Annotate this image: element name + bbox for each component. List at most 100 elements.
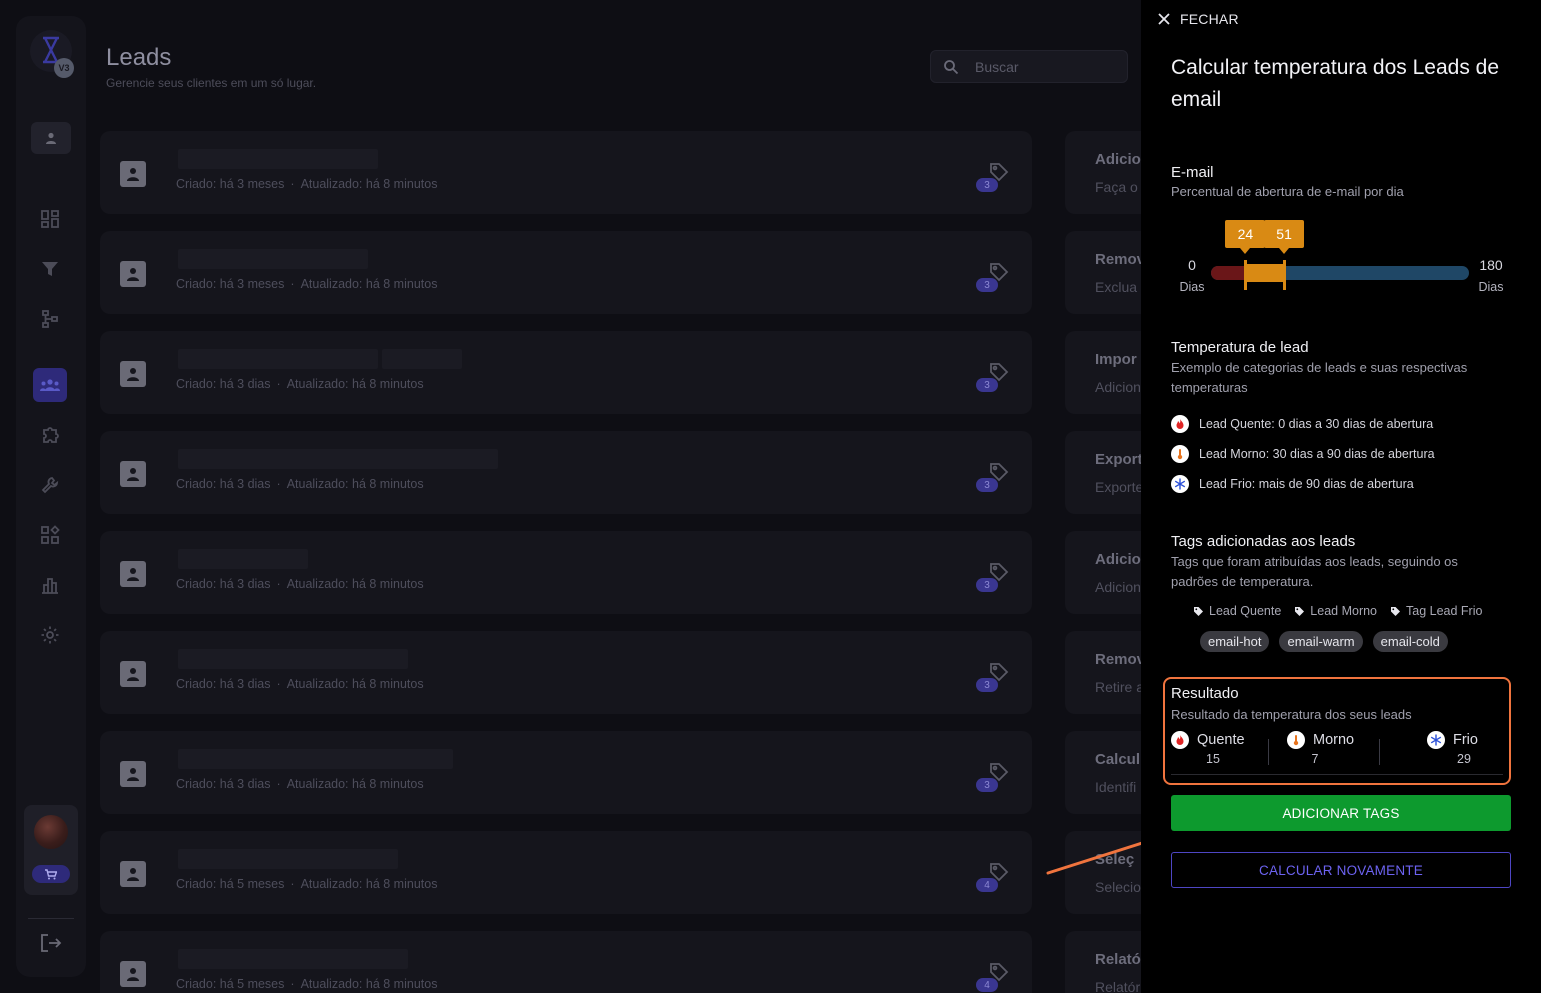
dashboard-icon [41,210,59,228]
user-card [24,805,78,895]
lead-updated: Atualizado: há 8 minutos [286,477,424,491]
action-card-title: Relató [1095,951,1141,968]
lead-meta: Criado: há 3 dias · Atualizado: há 8 minut… [176,577,424,591]
user-icon [127,868,139,881]
users-icon [40,379,60,391]
result-hot: Quente 15 [1171,731,1247,771]
lead-card[interactable]: Criado: há 3 dias · Atualizado: há 8 minut… [100,631,1032,714]
lead-avatar [120,961,146,987]
sidebar-divider [28,918,74,919]
lead-updated: Atualizado: há 8 minutos [286,677,424,691]
action-card-title: Adicio [1095,151,1141,168]
slider-handle-high[interactable] [1282,260,1286,290]
lead-avatar [120,561,146,587]
lead-tags-count: 3 [976,378,998,392]
avatar[interactable] [34,815,68,849]
tag-icon [1295,606,1305,616]
temperature-item-cold: Lead Frio: mais de 90 dias de abertura [1171,474,1414,494]
slider-tooltip-low: 24 [1225,220,1266,254]
app-logo[interactable]: V3 [30,30,74,78]
lead-card[interactable]: Criado: há 3 dias · Atualizado: há 8 minut… [100,531,1032,614]
lead-name-redacted [178,749,453,769]
lead-created: Criado: há 5 meses [176,977,285,991]
lead-updated: Atualizado: há 8 minutos [286,577,424,591]
lead-card[interactable]: Criado: há 3 meses · Atualizado: há 8 minu… [100,231,1032,314]
chart-icon [42,578,58,594]
action-card-desc: Selecio [1095,879,1141,895]
result-warm-value: 7 [1311,752,1319,766]
action-card-title: Remov [1095,651,1146,668]
page-title: Leads [106,44,172,71]
lead-created: Criado: há 3 dias [176,677,271,691]
result-title: Resultado [1171,685,1239,702]
profile-button[interactable] [31,122,71,154]
lead-meta: Criado: há 5 meses · Atualizado: há 8 minu… [176,877,438,891]
user-icon [127,668,139,681]
search-box [930,50,1128,83]
lead-created: Criado: há 3 dias [176,377,271,391]
lead-card[interactable]: Criado: há 3 dias · Atualizado: há 8 minut… [100,331,1032,414]
tag-label-cold: Tag Lead Frio [1390,604,1482,618]
action-card-title: Calcul [1095,751,1141,768]
lead-avatar [120,261,146,287]
temperature-item-hot: Lead Quente: 0 dias a 30 dias de abertur… [1171,414,1433,434]
lead-name-redacted [178,949,408,969]
search-input[interactable] [975,57,1115,77]
lead-card[interactable]: Criado: há 3 dias · Atualizado: há 8 minut… [100,431,1032,514]
lead-updated: Atualizado: há 8 minutos [286,777,424,791]
sidebar-item-flows[interactable] [33,302,67,336]
tag-chip-cold: email-cold [1372,631,1448,652]
days-range-slider[interactable]: 0 Dias 24 51 180 Dias [1171,218,1511,298]
result-cold-label: Frio [1453,732,1478,748]
slider-max: 180 Dias [1471,254,1511,298]
temperature-item-label: Lead Frio: mais de 90 dias de abertura [1199,477,1414,491]
cart-icon [45,868,57,879]
lead-card[interactable]: Criado: há 3 dias · Atualizado: há 8 minut… [100,731,1032,814]
sidebar-item-apps[interactable] [33,518,67,552]
lead-card[interactable]: Criado: há 5 meses · Atualizado: há 8 minu… [100,931,1032,993]
slider-handle-low[interactable] [1243,260,1247,290]
action-card-desc: Exporte [1095,479,1144,495]
lead-card[interactable]: Criado: há 3 meses · Atualizado: há 8 minu… [100,131,1032,214]
result-warm-label: Morno [1313,732,1355,748]
lead-created: Criado: há 5 meses [176,877,285,891]
temperature-item-warm: Lead Morno: 30 dias a 90 dias de abertur… [1171,444,1435,464]
sidebar-item-funnel[interactable] [33,252,67,286]
tag-label-warm: Lead Morno [1294,604,1377,618]
lead-meta: Criado: há 3 dias · Atualizado: há 8 minut… [176,677,424,691]
lead-name-redacted [178,449,498,469]
action-card-desc: Adicion [1095,379,1141,395]
temperature-section-subtitle: Exemplo de categorias de leads e suas re… [1171,360,1468,395]
lead-name-redacted [178,149,378,169]
slider-min: 0 Dias [1171,254,1213,298]
sidebar-item-integrations[interactable] [33,418,67,452]
recalculate-button[interactable]: CALCULAR NOVAMENTE [1171,852,1511,888]
tag-label-hot: Lead Quente [1193,604,1281,618]
thermometer-icon [1171,445,1189,463]
sidebar-item-dashboard[interactable] [33,202,67,236]
lead-updated: Atualizado: há 8 minutos [300,977,438,991]
tag-icon [1194,606,1203,616]
tag-chip-list: email-hot email-warm email-cold [1200,631,1448,652]
lead-tags-count: 4 [976,878,998,892]
lead-meta: Criado: há 3 dias · Atualizado: há 8 minut… [176,777,424,791]
lead-name-redacted [178,649,408,669]
sidebar-item-leads[interactable] [33,368,67,402]
lead-tags-count: 4 [976,978,998,992]
lead-card[interactable]: Criado: há 5 meses · Atualizado: há 8 minu… [100,831,1032,914]
add-tags-button[interactable]: ADICIONAR TAGS [1171,795,1511,831]
sidebar-item-reports[interactable] [33,568,67,602]
lead-avatar [120,161,146,187]
cart-button[interactable] [32,865,70,883]
fire-icon [1171,415,1189,433]
logout-button[interactable] [36,928,66,958]
close-button[interactable]: FECHAR [1157,9,1239,29]
sidebar-item-settings[interactable] [33,618,67,652]
lead-created: Criado: há 3 dias [176,577,271,591]
drawer-title: Calcular temperatura dos Leads de email [1171,56,1500,111]
slider-tooltip-high: 51 [1264,220,1305,254]
lead-avatar [120,861,146,887]
sidebar-item-tools[interactable] [33,468,67,502]
lead-name-redacted [178,549,308,569]
apps-icon [41,525,60,544]
